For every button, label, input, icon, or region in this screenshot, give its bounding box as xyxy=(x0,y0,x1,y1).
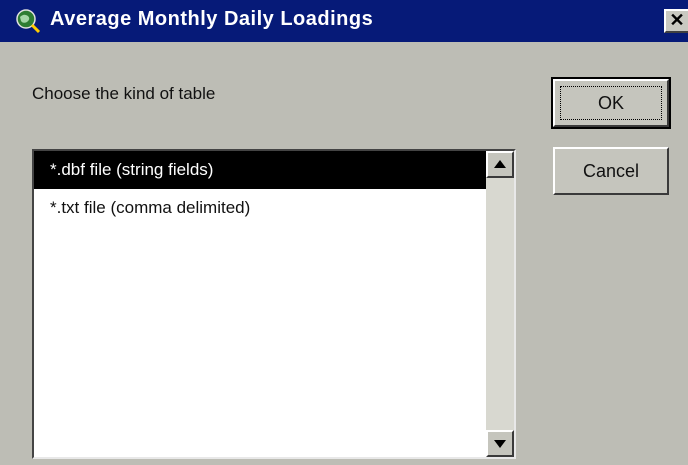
table-type-listbox[interactable]: *.dbf file (string fields) *.txt file (c… xyxy=(32,149,516,459)
title-bar: Average Monthly Daily Loadings ✕ xyxy=(0,0,688,42)
ok-button[interactable]: OK xyxy=(551,77,671,129)
scroll-down-button[interactable] xyxy=(486,430,514,457)
cancel-button[interactable]: Cancel xyxy=(553,147,669,195)
close-button[interactable]: ✕ xyxy=(664,9,688,33)
arrow-up-icon xyxy=(494,160,506,168)
vertical-scrollbar[interactable] xyxy=(486,151,514,457)
focus-rectangle xyxy=(560,86,662,120)
close-icon: ✕ xyxy=(669,10,685,30)
globe-search-icon xyxy=(16,9,41,34)
scroll-up-button[interactable] xyxy=(486,151,514,178)
cancel-button-label: Cancel xyxy=(582,160,640,181)
arrow-down-icon xyxy=(494,440,506,448)
list-item-txt[interactable]: *.txt file (comma delimited) xyxy=(34,189,486,227)
list-item-dbf[interactable]: *.dbf file (string fields) xyxy=(34,151,486,189)
listbox-items: *.dbf file (string fields) *.txt file (c… xyxy=(34,151,486,457)
prompt-label: Choose the kind of table xyxy=(32,84,216,103)
window-title: Average Monthly Daily Loadings xyxy=(50,8,374,30)
